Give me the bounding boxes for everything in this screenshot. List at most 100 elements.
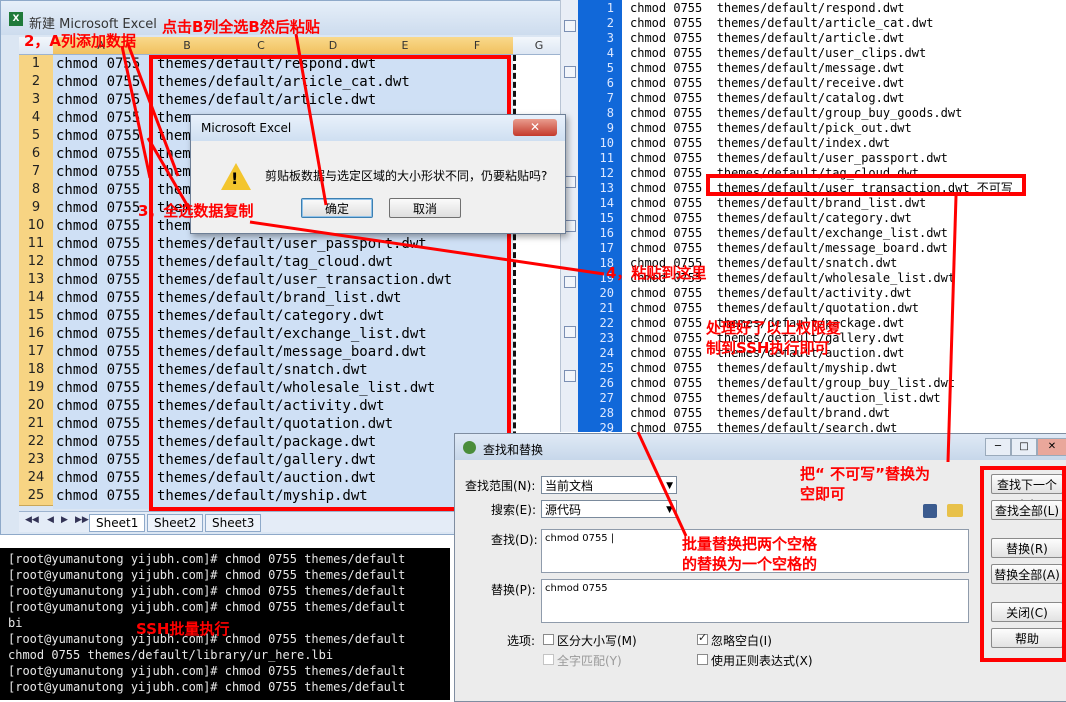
cell-a[interactable]: chmod 0755: [56, 127, 140, 145]
cell-a[interactable]: chmod 0755: [56, 307, 140, 325]
scope-select[interactable]: 当前文档 ▼: [541, 476, 677, 494]
code-line[interactable]: chmod 0755 themes/default/index.dwt: [630, 136, 890, 151]
cell-a[interactable]: chmod 0755: [56, 55, 140, 73]
cell-a[interactable]: chmod 0755: [56, 289, 140, 307]
toolbar-icon[interactable]: [564, 370, 576, 382]
ignore-whitespace-checkbox[interactable]: [697, 631, 708, 645]
code-line[interactable]: chmod 0755 themes/default/user_clips.dwt: [630, 46, 926, 61]
column-header-b[interactable]: B: [149, 37, 226, 55]
cancel-button[interactable]: 取消: [389, 198, 461, 218]
case-sensitive-checkbox[interactable]: [543, 634, 554, 645]
row-header[interactable]: 1: [19, 55, 53, 74]
column-header-g[interactable]: G: [513, 37, 566, 55]
code-line[interactable]: chmod 0755 themes/default/catalog.dwt: [630, 91, 905, 106]
cell-a[interactable]: chmod 0755: [56, 487, 140, 505]
row-header[interactable]: 15: [19, 307, 53, 326]
maximize-icon[interactable]: □: [1011, 438, 1037, 456]
code-line[interactable]: chmod 0755 themes/default/quotation.dwt: [630, 301, 919, 316]
code-line[interactable]: chmod 0755 themes/default/brand.dwt: [630, 406, 890, 421]
cell-a[interactable]: chmod 0755: [56, 73, 140, 91]
code-line[interactable]: chmod 0755 themes/default/message_board.…: [630, 241, 948, 256]
cell-a[interactable]: chmod 0755: [56, 145, 140, 163]
prev-sheet-icon[interactable]: ◀: [47, 515, 54, 525]
row-header[interactable]: 3: [19, 91, 53, 110]
row-header[interactable]: 11: [19, 235, 53, 254]
row-header[interactable]: 24: [19, 469, 53, 488]
row-header[interactable]: 25: [19, 487, 53, 506]
row-header[interactable]: 6: [19, 145, 53, 164]
regex-checkbox[interactable]: [697, 654, 708, 665]
row-header[interactable]: 21: [19, 415, 53, 434]
sheet-tab-3[interactable]: Sheet3: [205, 514, 262, 532]
cell-a[interactable]: chmod 0755: [56, 325, 140, 343]
row-header[interactable]: 18: [19, 361, 53, 380]
row-header[interactable]: 19: [19, 379, 53, 398]
code-line[interactable]: chmod 0755 themes/default/group_buy_good…: [630, 106, 962, 121]
replace-input[interactable]: chmod 0755: [541, 579, 969, 623]
code-line[interactable]: chmod 0755 themes/default/group_buy_list…: [630, 376, 955, 391]
cell-a[interactable]: chmod 0755: [56, 433, 140, 451]
sheet-tab-2[interactable]: Sheet2: [147, 514, 204, 532]
cell-a[interactable]: chmod 0755: [56, 163, 140, 181]
cell-a[interactable]: chmod 0755: [56, 235, 140, 253]
row-header[interactable]: 20: [19, 397, 53, 416]
row-header[interactable]: 2: [19, 73, 53, 92]
row-header[interactable]: 13: [19, 271, 53, 290]
row-header[interactable]: 9: [19, 199, 53, 218]
cell-a[interactable]: chmod 0755: [56, 469, 140, 487]
row-header[interactable]: 7: [19, 163, 53, 182]
code-line[interactable]: chmod 0755 themes/default/respond.dwt: [630, 1, 905, 16]
code-line[interactable]: chmod 0755 themes/default/user_passport.…: [630, 151, 948, 166]
toolbar-icon[interactable]: [564, 20, 576, 32]
row-header[interactable]: 23: [19, 451, 53, 470]
cell-a[interactable]: chmod 0755: [56, 217, 140, 235]
code-line[interactable]: chmod 0755 themes/default/auction_list.d…: [630, 391, 941, 406]
row-header[interactable]: 16: [19, 325, 53, 344]
code-editor[interactable]: 1 2 3 4 5 6 7 8 9 10 11 12 13 14 15 16 17 18 19 20 21 22 23 24 2…: [560, 0, 1066, 435]
minimize-icon[interactable]: ─: [985, 438, 1011, 456]
save-query-icon[interactable]: [923, 504, 937, 518]
row-header[interactable]: 22: [19, 433, 53, 452]
cell-a[interactable]: chmod 0755: [56, 379, 140, 397]
code-line[interactable]: chmod 0755 themes/default/category.dwt: [630, 211, 912, 226]
last-sheet-icon[interactable]: ▶▶: [75, 515, 89, 525]
toolbar-icon[interactable]: [564, 326, 576, 338]
column-header-c[interactable]: C: [225, 37, 298, 55]
code-line[interactable]: chmod 0755 themes/default/myship.dwt: [630, 361, 897, 376]
first-sheet-icon[interactable]: ◀◀: [25, 515, 39, 525]
close-icon[interactable]: ✕: [1037, 438, 1066, 456]
row-header[interactable]: 4: [19, 109, 53, 128]
cell-a[interactable]: chmod 0755: [56, 415, 140, 433]
row-header[interactable]: 17: [19, 343, 53, 362]
row-header[interactable]: 8: [19, 181, 53, 200]
row-header[interactable]: 14: [19, 289, 53, 308]
code-line[interactable]: chmod 0755 themes/default/activity.dwt: [630, 286, 912, 301]
row-header[interactable]: 10: [19, 217, 53, 236]
cell-a[interactable]: chmod 0755: [56, 91, 140, 109]
cell-a[interactable]: chmod 0755: [56, 271, 140, 289]
code-line[interactable]: chmod 0755 themes/default/article_cat.dw…: [630, 16, 933, 31]
row-header[interactable]: 5: [19, 127, 53, 146]
dialog-close-button[interactable]: ✕: [513, 119, 557, 136]
open-query-icon[interactable]: [947, 504, 963, 517]
cell-a[interactable]: chmod 0755: [56, 181, 140, 199]
cell-a[interactable]: chmod 0755: [56, 109, 140, 127]
code-line[interactable]: chmod 0755 themes/default/pick_out.dwt: [630, 121, 912, 136]
ok-button[interactable]: 确定: [301, 198, 373, 218]
toolbar-icon[interactable]: [564, 66, 576, 78]
code-line[interactable]: chmod 0755 themes/default/receive.dwt: [630, 76, 905, 91]
cell-a[interactable]: chmod 0755: [56, 451, 140, 469]
row-header[interactable]: 12: [19, 253, 53, 272]
next-sheet-icon[interactable]: ▶: [61, 515, 68, 525]
code-line[interactable]: chmod 0755 themes/default/brand_list.dwt: [630, 196, 926, 211]
cell-a[interactable]: chmod 0755: [56, 199, 140, 217]
column-header-e[interactable]: E: [369, 37, 442, 55]
code-line[interactable]: chmod 0755 themes/default/article.dwt: [630, 31, 905, 46]
search-select[interactable]: 源代码 ▼: [541, 500, 677, 518]
column-header-d[interactable]: D: [297, 37, 370, 55]
column-header-f[interactable]: F: [441, 37, 514, 55]
cell-a[interactable]: chmod 0755: [56, 343, 140, 361]
cell-a[interactable]: chmod 0755: [56, 397, 140, 415]
cell-a[interactable]: chmod 0755: [56, 361, 140, 379]
sheet-tab-1[interactable]: Sheet1: [89, 514, 146, 532]
